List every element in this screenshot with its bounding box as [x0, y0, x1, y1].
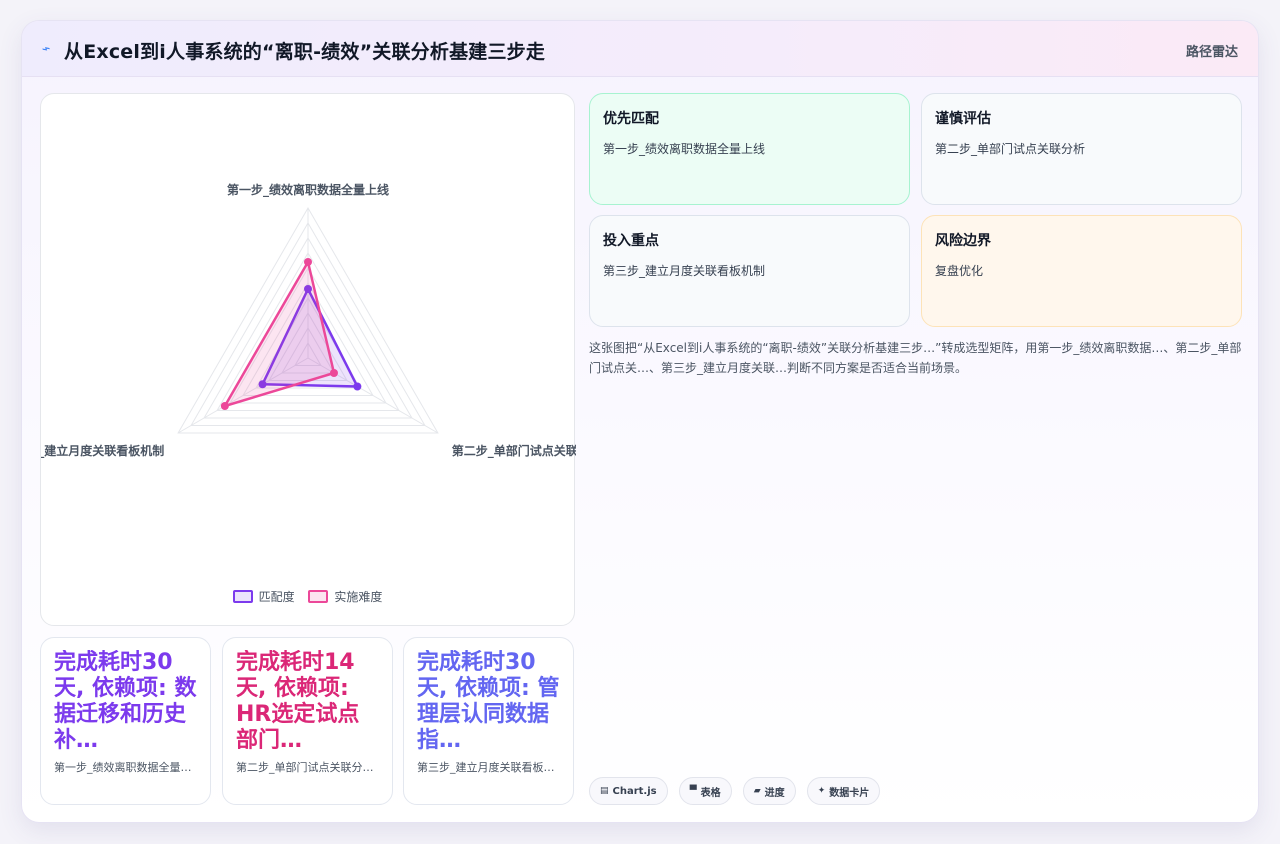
chart-legend: 匹配度 实施难度 [41, 588, 574, 606]
chip-table[interactable]: ▀ 表格 [678, 777, 732, 805]
data-point [353, 382, 362, 391]
stat-card-step2: 完成耗时14天, 依赖项: HR选定试点部门… 第二步_单部门试点关联分… [222, 637, 393, 805]
stat-label: 第一步_绩效离职数据全量… [54, 761, 192, 774]
matrix-card-priority[interactable]: 优先匹配 第一步_绩效离职数据全量上线 [589, 93, 910, 205]
main-card: ⌁ 从Excel到i人事系统的“离职-绩效”关联分析基建三步走 路径雷达 第一步… [21, 20, 1259, 823]
tech-chips: ▤ Chart.js ▀ 表格 ▰ 进度 ✦ 数据卡片 [589, 777, 886, 805]
header-tag: 路径雷达 [1185, 45, 1238, 60]
axis-label: 第一步_绩效离职数据全量上线 [227, 182, 389, 198]
chip-data-card[interactable]: ✦ 数据卡片 [806, 777, 881, 805]
matrix-card-subtitle: 第一步_绩效离职数据全量上线 [603, 142, 766, 156]
matrix-card-title: 风险边界 [935, 233, 991, 249]
legend-label: 实施难度 [334, 590, 383, 604]
data-point [329, 369, 338, 377]
matrix-description: 这张图把“从Excel到i人事系统的“离职-绩效”关联分析基建三步…”转成选型矩… [589, 341, 1242, 375]
matrix-card-subtitle: 复盘优化 [935, 264, 984, 278]
matrix-card-title: 谨慎评估 [935, 111, 991, 127]
chip-label: Chart.js [612, 785, 657, 797]
legend-swatch [308, 590, 329, 603]
matrix-card-risk[interactable]: 风险边界 复盘优化 [921, 215, 1242, 327]
radar-chart: 第一步_绩效离职数据全量上线第二步_单部门试点关联分析 第三步_建立月度关联看板机… [41, 182, 576, 459]
chip-label: 进度 [764, 787, 785, 799]
chart-icon: ▤ [600, 786, 609, 796]
legend-item-difficulty[interactable]: 实施难度 [308, 588, 382, 605]
stat-label: 第三步_建立月度关联看板… [417, 761, 555, 774]
data-point [304, 258, 312, 266]
legend-swatch [232, 590, 253, 603]
header: ⌁ 从Excel到i人事系统的“离职-绩效”关联分析基建三步走 路径雷达 [22, 21, 1258, 77]
matrix-card-title: 优先匹配 [603, 111, 659, 127]
table-icon: ▀ [689, 786, 697, 796]
chip-progress[interactable]: ▰ 进度 [742, 777, 796, 805]
chip-chartjs[interactable]: ▤ Chart.js [589, 777, 668, 805]
stat-value: 完成耗时14天, 依赖项: HR选定试点部门… [236, 650, 360, 753]
matrix-card-cautious[interactable]: 谨慎评估 第二步_单部门试点关联分析 [921, 93, 1242, 205]
matrix-card-title: 投入重点 [603, 233, 659, 249]
legend-label: 匹配度 [258, 590, 295, 604]
page-title: 从Excel到i人事系统的“离职-绩效”关联分析基建三步走 [64, 41, 546, 63]
stat-card-step1: 完成耗时30天, 依赖项: 数据迁移和历史补… 第一步_绩效离职数据全量… [40, 637, 211, 805]
progress-icon: ▰ [753, 786, 761, 796]
axis-label: 第二步_单部门试点关联分析 [452, 443, 576, 459]
radar-chart-panel: 第一步_绩效离职数据全量上线第二步_单部门试点关联分析 第三步_建立月度关联看板机… [40, 93, 576, 626]
data-card-icon: ✦ [817, 786, 826, 796]
stat-value: 完成耗时30天, 依赖项: 管理层认同数据指… [417, 650, 560, 753]
stat-label: 第二步_单部门试点关联分… [236, 761, 374, 774]
route-icon: ⌁ [39, 40, 53, 58]
chip-label: 表格 [700, 787, 721, 799]
matrix-card-focus[interactable]: 投入重点 第三步_建立月度关联看板机制 [589, 215, 910, 327]
legend-item-match[interactable]: 匹配度 [232, 588, 295, 605]
stat-value: 完成耗时30天, 依赖项: 数据迁移和历史补… [54, 650, 197, 753]
matrix-card-subtitle: 第二步_单部门试点关联分析 [935, 142, 1086, 156]
data-point [220, 402, 229, 410]
chip-label: 数据卡片 [829, 787, 870, 799]
stat-card-step3: 完成耗时30天, 依赖项: 管理层认同数据指… 第三步_建立月度关联看板… [403, 637, 574, 805]
axis-label: 第三步_建立月度关联看板机制 [41, 443, 164, 459]
matrix-card-subtitle: 第三步_建立月度关联看板机制 [603, 264, 766, 278]
